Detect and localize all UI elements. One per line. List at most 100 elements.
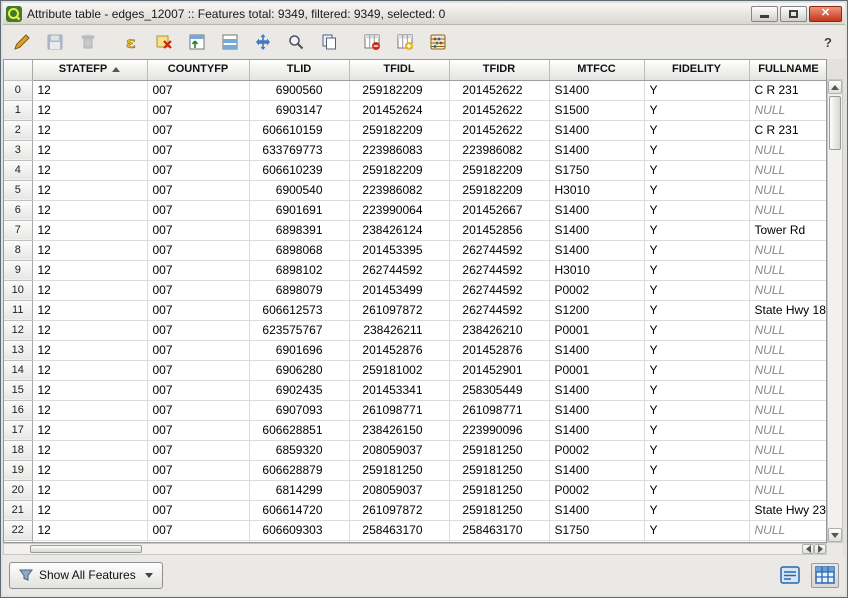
- cell[interactable]: 007: [147, 180, 249, 200]
- help-button[interactable]: ?: [824, 35, 832, 50]
- row-header[interactable]: 5: [4, 180, 32, 200]
- cell[interactable]: 259181250: [449, 440, 549, 460]
- cell[interactable]: NULL: [749, 520, 827, 540]
- row-header[interactable]: 18: [4, 440, 32, 460]
- close-button[interactable]: ✕: [809, 6, 842, 22]
- cell[interactable]: S1400: [549, 420, 644, 440]
- cell[interactable]: Y: [644, 280, 749, 300]
- row-header[interactable]: 3: [4, 140, 32, 160]
- cell[interactable]: 12: [32, 80, 147, 100]
- cell[interactable]: 606628879: [249, 460, 349, 480]
- cell[interactable]: S1400: [549, 500, 644, 520]
- cell[interactable]: S1400: [549, 340, 644, 360]
- table-view-button[interactable]: [811, 563, 839, 588]
- cell[interactable]: 201452624: [349, 100, 449, 120]
- cell[interactable]: 238426150: [349, 420, 449, 440]
- cell[interactable]: NULL: [749, 180, 827, 200]
- cell[interactable]: S1400: [549, 220, 644, 240]
- cell[interactable]: 259181250: [449, 460, 549, 480]
- cell[interactable]: NULL: [749, 480, 827, 500]
- cell[interactable]: S1750: [549, 160, 644, 180]
- cell[interactable]: 208059037: [349, 440, 449, 460]
- cell[interactable]: 6898068: [249, 240, 349, 260]
- row-header[interactable]: 14: [4, 360, 32, 380]
- cell[interactable]: Y: [644, 160, 749, 180]
- cell[interactable]: P0001: [549, 360, 644, 380]
- cell[interactable]: 261098771: [349, 400, 449, 420]
- toggle-editing-button[interactable]: [8, 29, 35, 56]
- cell[interactable]: H3010: [549, 260, 644, 280]
- cell[interactable]: NULL: [749, 200, 827, 220]
- cell[interactable]: 007: [147, 100, 249, 120]
- column-header-fidelity[interactable]: FIDELITY: [644, 60, 749, 80]
- cell[interactable]: 201453341: [349, 380, 449, 400]
- cell[interactable]: NULL: [749, 260, 827, 280]
- cell[interactable]: 606628851: [249, 420, 349, 440]
- cell[interactable]: Y: [644, 220, 749, 240]
- cell[interactable]: NULL: [749, 420, 827, 440]
- cell[interactable]: Y: [644, 180, 749, 200]
- column-header-tfidl[interactable]: TFIDL: [349, 60, 449, 80]
- cell[interactable]: NULL: [749, 340, 827, 360]
- cell[interactable]: 007: [147, 520, 249, 540]
- cell[interactable]: 201452876: [349, 340, 449, 360]
- cell[interactable]: 12: [32, 380, 147, 400]
- cell[interactable]: 12: [32, 520, 147, 540]
- pan-to-selected-button[interactable]: [249, 29, 276, 56]
- cell[interactable]: 201452667: [449, 200, 549, 220]
- scroll-left-button[interactable]: [802, 544, 814, 554]
- cell[interactable]: 262744592: [449, 240, 549, 260]
- cell[interactable]: NULL: [749, 280, 827, 300]
- cell[interactable]: 262744592: [449, 300, 549, 320]
- cell[interactable]: 606610159: [249, 120, 349, 140]
- cell[interactable]: 259181250: [349, 460, 449, 480]
- cell[interactable]: 259182209: [349, 120, 449, 140]
- row-header[interactable]: 22: [4, 520, 32, 540]
- cell[interactable]: 261097872: [349, 300, 449, 320]
- cell[interactable]: 12: [32, 400, 147, 420]
- cell[interactable]: 259182209: [449, 160, 549, 180]
- cell[interactable]: 6907093: [249, 400, 349, 420]
- row-header[interactable]: 4: [4, 160, 32, 180]
- column-header-tlid[interactable]: TLID: [249, 60, 349, 80]
- save-edits-button[interactable]: [41, 29, 68, 56]
- column-header-fullname[interactable]: FULLNAME: [749, 60, 827, 80]
- cell[interactable]: 606614720: [249, 500, 349, 520]
- cell[interactable]: State Hwy 18: [749, 300, 827, 320]
- cell[interactable]: 238426211: [349, 320, 449, 340]
- cell[interactable]: Y: [644, 520, 749, 540]
- cell[interactable]: 259182209: [449, 180, 549, 200]
- row-header[interactable]: 1: [4, 100, 32, 120]
- cell[interactable]: Y: [644, 400, 749, 420]
- cell[interactable]: S1200: [549, 300, 644, 320]
- cell[interactable]: P0001: [549, 320, 644, 340]
- cell[interactable]: 12: [32, 280, 147, 300]
- cell[interactable]: Y: [644, 420, 749, 440]
- copy-selected-rows-button[interactable]: [315, 29, 342, 56]
- cell[interactable]: Y: [644, 480, 749, 500]
- cell[interactable]: 633769773: [249, 140, 349, 160]
- corner-header[interactable]: [4, 60, 32, 80]
- vertical-scrollbar[interactable]: [827, 79, 843, 543]
- cell[interactable]: 12: [32, 500, 147, 520]
- maximize-button[interactable]: [780, 6, 807, 22]
- new-column-button[interactable]: [391, 29, 418, 56]
- row-header[interactable]: 16: [4, 400, 32, 420]
- cell[interactable]: 007: [147, 140, 249, 160]
- cell[interactable]: NULL: [749, 380, 827, 400]
- cell[interactable]: 201452622: [449, 100, 549, 120]
- cell[interactable]: Y: [644, 80, 749, 100]
- cell[interactable]: 6814299: [249, 480, 349, 500]
- form-view-button[interactable]: [776, 563, 804, 588]
- cell[interactable]: 007: [147, 160, 249, 180]
- scroll-down-button[interactable]: [828, 528, 842, 542]
- cell[interactable]: Y: [644, 120, 749, 140]
- cell[interactable]: 007: [147, 360, 249, 380]
- cell[interactable]: 007: [147, 340, 249, 360]
- cell[interactable]: S1750: [549, 520, 644, 540]
- horizontal-scrollbar[interactable]: [3, 543, 827, 555]
- row-header[interactable]: 21: [4, 500, 32, 520]
- cell[interactable]: 007: [147, 440, 249, 460]
- column-header-countyfp[interactable]: COUNTYFP: [147, 60, 249, 80]
- cell[interactable]: 6898391: [249, 220, 349, 240]
